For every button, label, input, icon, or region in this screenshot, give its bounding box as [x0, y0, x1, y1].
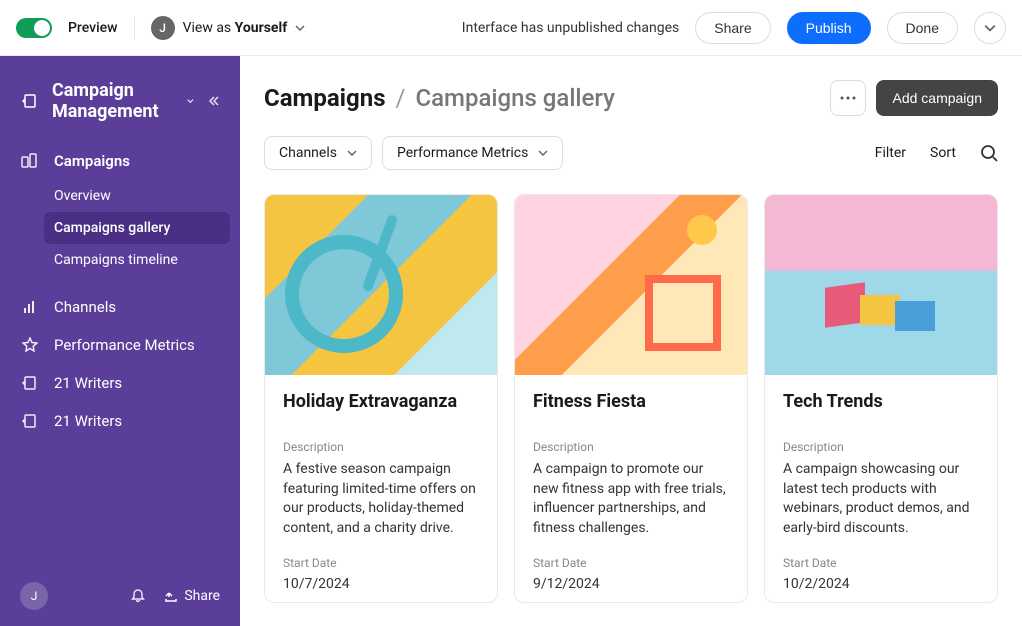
breadcrumb-separator: /: [396, 84, 406, 112]
done-button[interactable]: Done: [887, 12, 958, 44]
filter-channels[interactable]: Channels: [264, 136, 372, 170]
share-icon: [164, 589, 178, 603]
publish-button[interactable]: Publish: [787, 12, 871, 44]
page-icon: [20, 413, 40, 429]
campaign-card[interactable]: Fitness Fiesta Description A campaign to…: [514, 194, 748, 603]
sidebar-sub-campaigns-gallery[interactable]: Campaigns gallery: [44, 212, 230, 244]
chevron-down-icon: [538, 150, 548, 156]
topbar: Preview J View as Yourself Interface has…: [0, 0, 1022, 56]
chevron-down-icon: [984, 24, 996, 32]
card-description: A campaign showcasing our latest tech pr…: [783, 460, 979, 538]
chevron-down-icon: [347, 150, 357, 156]
bell-icon[interactable]: [130, 588, 146, 604]
divider: [134, 16, 135, 40]
sidebar-item-campaigns[interactable]: Campaigns: [0, 142, 240, 180]
sidebar-item-performance-metrics[interactable]: Performance Metrics: [0, 326, 240, 364]
sidebar: Campaign Management Campaigns Overview C…: [0, 56, 240, 626]
card-start-date: 10/7/2024: [283, 576, 479, 592]
description-label: Description: [533, 440, 729, 454]
bars-icon: [20, 299, 40, 315]
search-icon: [980, 144, 998, 162]
start-date-label: Start Date: [283, 556, 479, 570]
sidebar-sub-overview[interactable]: Overview: [0, 180, 240, 212]
campaigns-icon: [20, 153, 40, 169]
card-title: Holiday Extravaganza: [283, 391, 479, 412]
breadcrumb: Campaigns / Campaigns gallery: [264, 84, 615, 112]
sidebar-footer: J Share: [0, 566, 240, 626]
cards-gallery: Holiday Extravaganza Description A festi…: [264, 194, 998, 603]
card-title: Tech Trends: [783, 391, 979, 412]
card-start-date: 9/12/2024: [533, 576, 729, 592]
sidebar-header: Campaign Management: [0, 68, 240, 142]
more-options-button[interactable]: [830, 80, 866, 116]
filter-button[interactable]: Filter: [875, 145, 906, 161]
page-header: Campaigns / Campaigns gallery Add campai…: [264, 80, 998, 116]
sidebar-item-writers-1[interactable]: 21 Writers: [0, 364, 240, 402]
description-label: Description: [783, 440, 979, 454]
sidebar-item-channels[interactable]: Channels: [0, 288, 240, 326]
view-as-dropdown[interactable]: J View as Yourself: [151, 16, 306, 40]
chevron-down-icon: [187, 98, 194, 104]
card-image: [515, 195, 747, 375]
breadcrumb-root[interactable]: Campaigns: [264, 84, 386, 112]
card-title: Fitness Fiesta: [533, 391, 729, 412]
sidebar-sub-campaigns-timeline[interactable]: Campaigns timeline: [0, 244, 240, 276]
dots-icon: [840, 96, 856, 100]
add-campaign-button[interactable]: Add campaign: [876, 80, 998, 116]
start-date-label: Start Date: [783, 556, 979, 570]
campaign-card[interactable]: Tech Trends Description A campaign showc…: [764, 194, 998, 603]
search-button[interactable]: [980, 144, 998, 162]
sidebar-item-writers-2[interactable]: 21 Writers: [0, 402, 240, 440]
card-image: [265, 195, 497, 375]
star-icon: [20, 337, 40, 353]
filter-performance-metrics[interactable]: Performance Metrics: [382, 136, 563, 170]
avatar: J: [151, 16, 175, 40]
start-date-label: Start Date: [533, 556, 729, 570]
collapse-sidebar-button[interactable]: [206, 94, 220, 108]
unpublished-status: Interface has unpublished changes: [462, 20, 679, 36]
breadcrumb-current: Campaigns gallery: [415, 84, 614, 112]
description-label: Description: [283, 440, 479, 454]
card-start-date: 10/2/2024: [783, 576, 979, 592]
sidebar-title[interactable]: Campaign Management: [52, 80, 194, 122]
preview-label: Preview: [68, 20, 118, 36]
filters-row: Channels Performance Metrics Filter Sort: [264, 136, 998, 170]
more-menu-button[interactable]: [974, 12, 1006, 44]
sort-button[interactable]: Sort: [930, 145, 956, 161]
share-button[interactable]: Share: [695, 12, 770, 44]
campaign-card[interactable]: Holiday Extravaganza Description A festi…: [264, 194, 498, 603]
sidebar-share-button[interactable]: Share: [164, 588, 220, 604]
user-avatar[interactable]: J: [20, 582, 48, 610]
main-content: Campaigns / Campaigns gallery Add campai…: [240, 56, 1022, 626]
preview-toggle[interactable]: [16, 18, 52, 38]
view-as-text: View as Yourself: [183, 20, 288, 36]
card-description: A campaign to promote our new fitness ap…: [533, 460, 729, 538]
card-image: [765, 195, 997, 375]
card-description: A festive season campaign featuring limi…: [283, 460, 479, 538]
page-icon: [20, 93, 40, 109]
page-icon: [20, 375, 40, 391]
chevron-down-icon: [295, 25, 305, 31]
